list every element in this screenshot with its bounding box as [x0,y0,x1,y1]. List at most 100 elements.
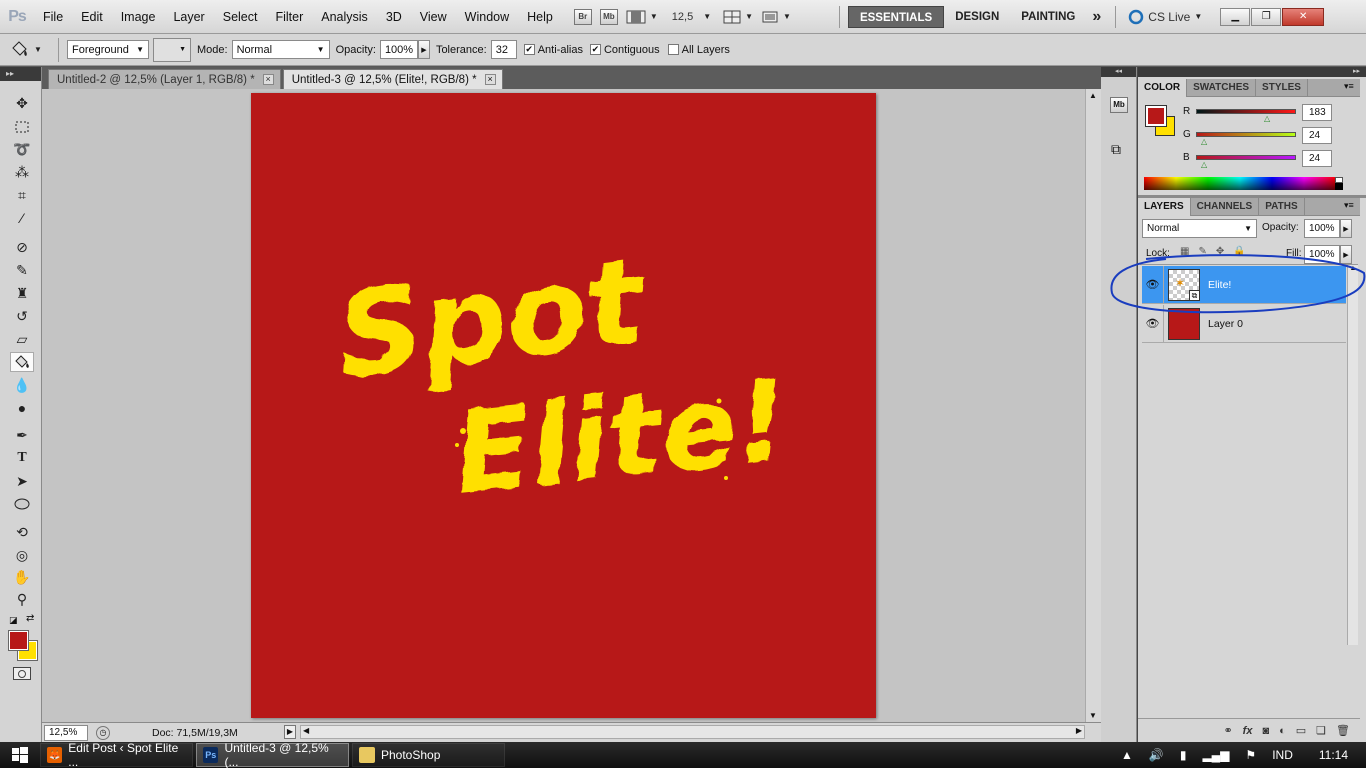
tools-panel-header[interactable]: ▸▸ [0,67,41,81]
new-layer-icon[interactable]: ❏ [1316,724,1326,737]
color-spectrum-ramp[interactable] [1144,177,1336,190]
b-slider[interactable] [1196,155,1296,160]
scroll-up-icon[interactable]: ▲ [1089,91,1097,100]
hand-tool[interactable]: ✋ [10,567,34,587]
menu-edit[interactable]: Edit [72,0,112,34]
scroll-left-icon[interactable]: ◀ [303,726,309,735]
workspace-design[interactable]: DESIGN [944,6,1010,28]
restore-button[interactable]: ❐ [1251,7,1282,26]
tolerance-input[interactable]: 32 [490,40,517,59]
menu-3d[interactable]: 3D [377,0,411,34]
menu-help[interactable]: Help [518,0,562,34]
brush-tool[interactable]: ✎ [10,260,34,280]
tab-styles[interactable]: STYLES [1256,79,1308,97]
menu-analysis[interactable]: Analysis [312,0,377,34]
layers-scrollbar[interactable]: ▲ [1347,265,1358,645]
zoom-tool[interactable]: ⚲ [10,589,34,609]
bridge-button[interactable]: Br [573,7,592,27]
add-mask-icon[interactable]: ◙ [1262,725,1269,737]
swap-colors-icon[interactable]: ⇄ [26,613,34,624]
layer-opacity-slider-button[interactable]: ▶ [1340,219,1352,238]
crop-tool[interactable]: ⌗ [10,185,34,205]
layers-panel-menu-icon[interactable]: ▾≡ [1344,200,1354,211]
canvas-viewport[interactable]: Spot Elite! [42,89,1085,722]
fill-source-select[interactable]: Foreground ▼ [67,40,149,59]
start-button[interactable] [0,742,40,768]
zoom-level-dropdown[interactable]: 12,5 ▼ [672,7,711,27]
quick-selection-tool[interactable]: ⁂ [10,162,34,182]
mini-bridge-panel-icon[interactable]: Mb [1110,97,1128,113]
close-tab-icon[interactable]: × [262,74,274,85]
link-layers-icon[interactable]: ⚭ [1223,724,1232,737]
mini-bridge-button[interactable]: Mb [599,7,618,27]
battery-icon[interactable]: ▮ [1180,748,1187,762]
3d-rotate-tool[interactable]: ⟲ [10,522,34,542]
menu-file[interactable]: File [34,0,72,34]
taskbar-item-photoshop[interactable]: Ps Untitled-3 @ 12,5% (... [196,741,349,768]
menu-layer[interactable]: Layer [164,0,213,34]
panels-collapse-header[interactable]: ▸▸ [1138,67,1366,77]
tab-layers[interactable]: LAYERS [1138,198,1191,216]
close-button[interactable]: ✕ [1282,7,1325,26]
status-menu-button[interactable]: ▶ [284,725,296,739]
r-slider[interactable] [1196,109,1296,114]
color-panel-menu-icon[interactable]: ▾≡ [1344,81,1354,92]
tab-channels[interactable]: CHANNELS [1191,198,1260,216]
vertical-scrollbar[interactable]: ▲ ▼ [1085,89,1101,722]
history-panel-icon[interactable]: ⧉ [1111,141,1121,158]
eraser-tool[interactable]: ▱ [10,329,34,349]
path-selection-tool[interactable]: ➤ [10,471,34,491]
quick-mask-button[interactable] [13,667,31,680]
layer-opacity-input[interactable]: 100% [1304,219,1340,238]
dodge-tool[interactable]: ● [10,398,34,418]
signal-icon[interactable]: ▂▄▆ [1202,748,1229,762]
minimize-button[interactable]: ▁ [1220,7,1251,26]
mode-select[interactable]: Normal ▼ [231,40,330,59]
tab-paths[interactable]: PATHS [1259,198,1305,216]
workspace-painting[interactable]: PAINTING [1010,6,1086,28]
menu-image[interactable]: Image [112,0,165,34]
document-tab-untitled-2[interactable]: Untitled-2 @ 12,5% (Layer 1, RGB/8) * × [48,69,281,89]
menu-view[interactable]: View [411,0,456,34]
delete-layer-icon[interactable]: 🗑 [1336,724,1350,737]
taskbar-item-browser[interactable]: 🦊 Edit Post ‹ Spot Elite ... [40,741,193,768]
g-slider[interactable] [1196,132,1296,137]
history-brush-tool[interactable]: ↺ [10,306,34,326]
lasso-tool[interactable]: ➰ [10,139,34,159]
3d-orbit-tool[interactable]: ◎ [10,545,34,565]
view-extras-button[interactable]: ▼ [626,7,658,27]
taskbar-item-folder[interactable]: PhotoShop [352,743,505,767]
contiguous-checkbox[interactable]: ✔ [589,44,601,55]
close-tab-icon[interactable]: × [484,74,496,85]
tab-swatches[interactable]: SWATCHES [1187,79,1257,97]
opacity-slider-button[interactable]: ▶ [417,40,430,59]
type-tool[interactable]: T [10,448,34,468]
blur-tool[interactable]: 💧 [10,375,34,395]
tab-color[interactable]: COLOR [1138,79,1188,97]
arrange-documents-button[interactable]: ▼ [723,7,753,27]
adjustment-layer-icon[interactable]: ◐ [1279,725,1286,737]
marquee-tool[interactable] [10,117,34,137]
screen-mode-button[interactable]: ▼ [761,7,791,27]
pattern-picker[interactable]: ▼ [153,37,191,62]
document-canvas[interactable]: Spot Elite! [251,93,876,718]
workspace-essentials[interactable]: ESSENTIALS [847,5,945,28]
r-input[interactable]: 183 [1302,104,1332,121]
status-zoom-input[interactable]: 12,5% [44,724,88,741]
anti-alias-checkbox[interactable]: ✔ [523,44,535,55]
network-icon[interactable]: ⚑ [1245,748,1256,762]
tool-preset-picker[interactable]: ▼ [8,40,58,60]
foreground-color-swatch[interactable] [8,630,29,651]
all-layers-checkbox[interactable] [667,44,679,55]
opacity-input[interactable]: 100% [379,40,418,59]
paint-bucket-tool[interactable] [10,352,34,372]
g-input[interactable]: 24 [1302,127,1332,144]
color-panel-foreground-swatch[interactable] [1145,105,1167,127]
menu-filter[interactable]: Filter [266,0,312,34]
clone-stamp-tool[interactable]: ♜ [10,283,34,303]
horizontal-scrollbar[interactable]: ◀ ▶ [300,725,1085,739]
collapse-strip-header[interactable]: ◂◂ [1101,67,1136,77]
pen-tool[interactable]: ✒ [10,425,34,445]
default-colors-icon[interactable]: ◪ [9,615,18,626]
volume-icon[interactable]: 🔊 [1149,748,1164,762]
